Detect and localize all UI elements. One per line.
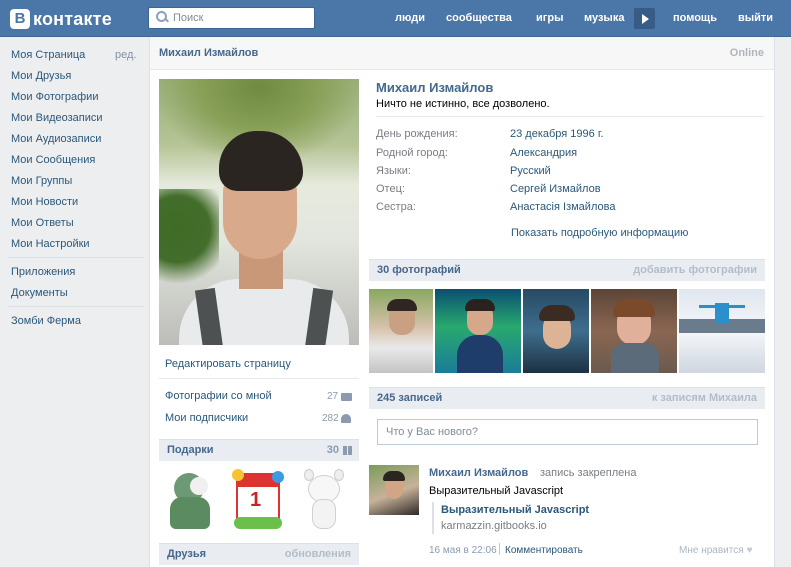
top-nav: люди сообщества игры музыка помощь выйти	[0, 0, 791, 37]
photo-thumb[interactable]	[523, 289, 589, 373]
field-birthday[interactable]: 23 декабря 1996 г.	[510, 128, 604, 140]
top-header: В контакте Поиск люди сообщества игры му…	[0, 0, 791, 37]
like-button[interactable]: Мне нравится ♥	[679, 545, 753, 556]
menu-photos[interactable]: Мои Фотографии	[11, 91, 98, 103]
show-more-link[interactable]: Показать подробную информацию	[511, 227, 688, 239]
divider	[376, 116, 764, 117]
gift-item[interactable]	[168, 469, 212, 533]
menu-audio[interactable]: Мои Аудиозаписи	[11, 133, 101, 145]
add-photos-link[interactable]: добавить фотографии	[633, 264, 757, 276]
profile-name: Михаил Измайлов	[376, 80, 494, 95]
like-label: Мне нравится	[679, 545, 744, 556]
play-icon[interactable]	[634, 8, 655, 29]
field-label: День рождения:	[376, 128, 458, 140]
gift-digit: 1	[250, 489, 262, 511]
new-post-placeholder: Что у Вас нового?	[386, 426, 479, 438]
friends-updates[interactable]: обновления	[285, 548, 351, 560]
post-author-avatar[interactable]	[369, 465, 419, 515]
post-author[interactable]: Михаил Измайлов	[429, 467, 528, 479]
menu-divider	[8, 306, 144, 307]
post-link-url[interactable]: karmazzin.gitbooks.io	[441, 520, 547, 532]
nav-logout[interactable]: выйти	[738, 12, 773, 24]
field-father[interactable]: Сергей Измайлов	[510, 183, 601, 195]
menu-edit-link[interactable]: ред.	[115, 49, 136, 61]
menu-apps[interactable]: Приложения	[11, 266, 75, 278]
camera-icon	[341, 393, 352, 401]
field-label: Языки:	[376, 165, 411, 177]
new-post-input[interactable]: Что у Вас нового?	[377, 419, 758, 445]
menu-divider	[8, 257, 144, 258]
profile-status[interactable]: Ничто не истинно, все дозволено.	[376, 98, 550, 110]
subscribers-link[interactable]: Мои подписчики	[165, 412, 248, 424]
menu-my-page[interactable]: Моя Страница	[11, 49, 85, 61]
people-icon	[341, 414, 351, 423]
menu-groups[interactable]: Мои Группы	[11, 175, 72, 187]
left-menu: Моя Страница ред. Мои Друзья Мои Фотогра…	[0, 37, 146, 567]
gifts-header[interactable]: Подарки 30	[159, 439, 359, 461]
repost-bar	[432, 502, 434, 534]
photos-with-me-link[interactable]: Фотографии со мной	[165, 390, 272, 402]
photos-with-me-count: 27	[327, 391, 339, 402]
comment-link[interactable]: Комментировать	[505, 545, 583, 556]
avatar-tree	[159, 189, 219, 289]
menu-zombie-farm[interactable]: Зомби Ферма	[11, 315, 81, 327]
photo-thumb[interactable]	[435, 289, 521, 373]
photos-title: 30 фотографий	[377, 264, 461, 276]
nav-music[interactable]: музыка	[584, 12, 624, 24]
divider	[159, 378, 359, 379]
wall-header[interactable]: 245 записей к записям Михаила	[369, 387, 765, 409]
nav-people[interactable]: люди	[395, 12, 425, 24]
gift-item[interactable]: 1	[232, 469, 284, 533]
gifts-title: Подарки	[167, 444, 214, 456]
field-sister[interactable]: Анастасія Ізмайлова	[510, 201, 615, 213]
subscribers-count: 282	[322, 413, 339, 424]
post-date[interactable]: 16 мая в 22:06	[429, 545, 497, 556]
post-link-title[interactable]: Выразительный Javascript	[441, 504, 589, 516]
field-hometown[interactable]: Александрия	[510, 147, 577, 159]
grid-icon	[343, 446, 352, 455]
nav-games[interactable]: игры	[536, 12, 563, 24]
page-title: Михаил Измайлов	[159, 47, 259, 59]
menu-news[interactable]: Мои Новости	[11, 196, 78, 208]
edit-page-link[interactable]: Редактировать страницу	[165, 358, 291, 370]
date-separator	[499, 543, 500, 555]
post-pinned-label: запись закреплена	[540, 467, 637, 479]
menu-videos[interactable]: Мои Видеозаписи	[11, 112, 103, 124]
menu-friends[interactable]: Мои Друзья	[11, 70, 71, 82]
menu-documents[interactable]: Документы	[11, 287, 68, 299]
gift-item[interactable]	[302, 469, 346, 533]
nav-communities[interactable]: сообщества	[446, 12, 512, 24]
friends-header[interactable]: Друзья обновления	[159, 543, 359, 565]
nav-help[interactable]: помощь	[673, 12, 717, 24]
to-posts-link[interactable]: к записям Михаила	[652, 392, 757, 404]
online-status: Online	[729, 47, 764, 59]
gifts-count: 30	[326, 444, 339, 456]
menu-answers[interactable]: Мои Ответы	[11, 217, 74, 229]
heart-icon: ♥	[746, 545, 753, 556]
photo-thumb[interactable]	[591, 289, 677, 373]
field-label: Родной город:	[376, 147, 448, 159]
profile-avatar[interactable]	[159, 79, 359, 345]
menu-messages[interactable]: Мои Сообщения	[11, 154, 95, 166]
field-languages[interactable]: Русский	[510, 165, 551, 177]
profile-page: Михаил Измайлов Online Редактировать стр…	[149, 37, 775, 567]
photo-thumb[interactable]	[679, 289, 765, 373]
field-label: Отец:	[376, 183, 405, 195]
post-text: Выразительный Javascript	[429, 485, 564, 497]
photos-header[interactable]: 30 фотографий добавить фотографии	[369, 259, 765, 281]
menu-settings[interactable]: Мои Настройки	[11, 238, 90, 250]
friends-title: Друзья	[167, 548, 207, 560]
field-label: Сестра:	[376, 201, 416, 213]
page-header: Михаил Измайлов Online	[150, 37, 774, 70]
wall-title: 245 записей	[377, 392, 443, 404]
photo-thumb[interactable]	[369, 289, 433, 373]
